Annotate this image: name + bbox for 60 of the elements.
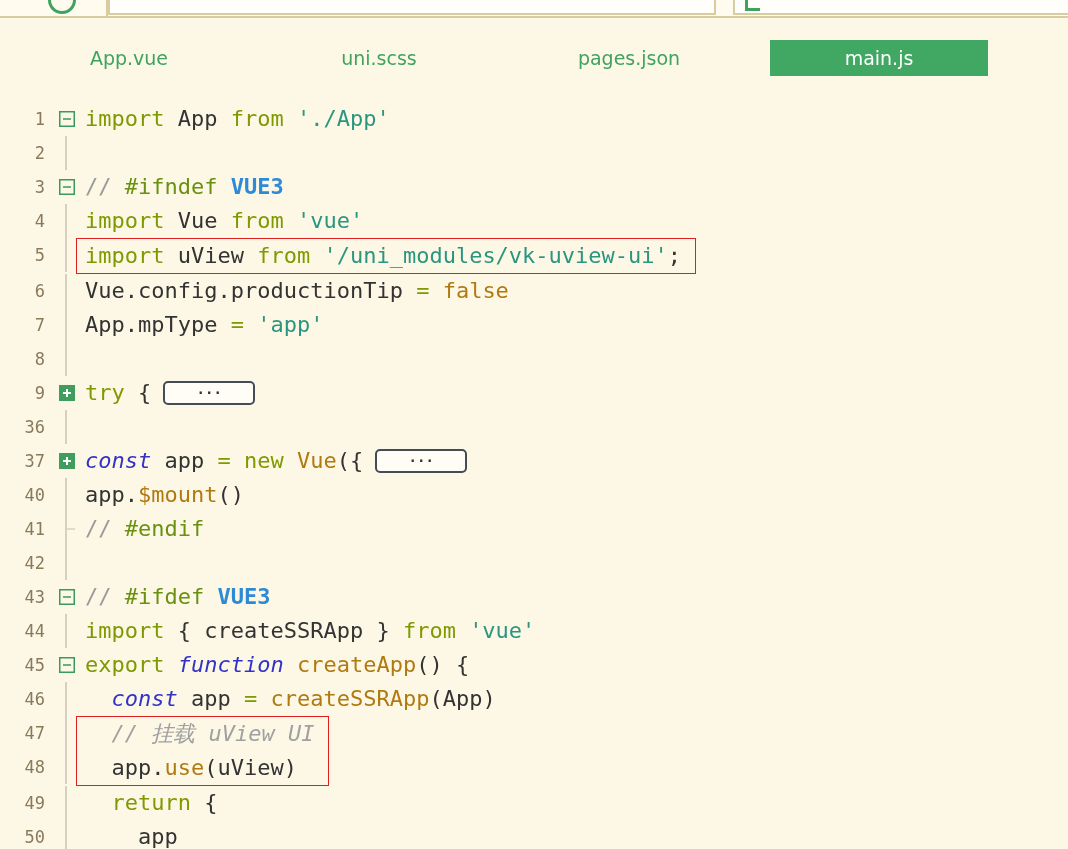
- code-line: const app = new Vue({: [85, 447, 364, 475]
- code-line: import { createSSRApp } from 'vue': [85, 617, 536, 645]
- input-field[interactable]: [108, 0, 716, 15]
- input-field[interactable]: [733, 0, 1068, 15]
- line-number: 46: [23, 689, 45, 709]
- code-line: const app = createSSRApp(App): [110, 685, 496, 713]
- fold-guide-line: [65, 614, 67, 648]
- line-number: 1: [33, 109, 45, 129]
- line-number: 48: [23, 757, 45, 777]
- fold-guide-line: [65, 546, 67, 580]
- code-line: // #ifndef VUE3: [85, 173, 284, 201]
- file-tab[interactable]: uni.scss: [270, 40, 488, 76]
- code-line: // 挂载 uView UI: [110, 720, 315, 748]
- file-tab[interactable]: pages.json: [520, 40, 738, 76]
- line-number: 9: [33, 383, 45, 403]
- code-line: return {: [110, 789, 218, 817]
- collapse-icon[interactable]: [59, 111, 75, 127]
- code-line: import App from './App': [85, 105, 390, 133]
- line-number: 36: [23, 417, 45, 437]
- line-number: 37: [23, 451, 45, 471]
- collapse-icon[interactable]: [59, 179, 75, 195]
- code-line: Vue.config.productionTip = false: [85, 277, 509, 305]
- collapse-icon[interactable]: [59, 589, 75, 605]
- line-number: 5: [33, 245, 45, 265]
- code-line: // #endif: [85, 515, 205, 543]
- line-number: 45: [23, 655, 45, 675]
- line-number: 42: [23, 553, 45, 573]
- code-line: app.$mount(): [85, 481, 244, 509]
- code-line: App.mpType = 'app': [85, 311, 324, 339]
- code-line: app.use(uView): [110, 754, 297, 782]
- code-line: import uView from '/uni_modules/vk-uview-ui';: [85, 242, 682, 270]
- code-line: import Vue from 'vue': [85, 207, 364, 235]
- code-line: export function createApp() {: [85, 651, 470, 679]
- expand-icon[interactable]: [59, 385, 75, 401]
- line-number: 44: [23, 621, 45, 641]
- file-tab[interactable]: main.js: [770, 40, 988, 76]
- line-number: 2: [33, 143, 45, 163]
- collapse-icon[interactable]: [59, 657, 75, 673]
- line-number: 8: [33, 349, 45, 369]
- expand-icon[interactable]: [59, 453, 75, 469]
- fold-end-line: [65, 512, 75, 546]
- line-number: 40: [23, 485, 45, 505]
- file-tab[interactable]: App.vue: [20, 40, 238, 76]
- line-number: 6: [33, 281, 45, 301]
- fold-guide-line: [65, 136, 67, 170]
- line-number: 7: [33, 315, 45, 335]
- line-number: 41: [23, 519, 45, 539]
- code-line: // #ifdef VUE3: [85, 583, 271, 611]
- line-number: 43: [23, 587, 45, 607]
- line-number: 4: [33, 211, 45, 231]
- code-line: try {: [85, 379, 152, 407]
- line-number: 3: [33, 177, 45, 197]
- fold-guide-line: [65, 478, 67, 512]
- line-number: 50: [23, 827, 45, 847]
- fold-guide-line: [65, 410, 67, 444]
- code-line: app: [136, 823, 178, 849]
- folded-code-button[interactable]: ···: [375, 449, 468, 473]
- folded-code-button[interactable]: ···: [163, 381, 256, 405]
- line-number: 47: [23, 723, 45, 743]
- line-number: 49: [23, 793, 45, 813]
